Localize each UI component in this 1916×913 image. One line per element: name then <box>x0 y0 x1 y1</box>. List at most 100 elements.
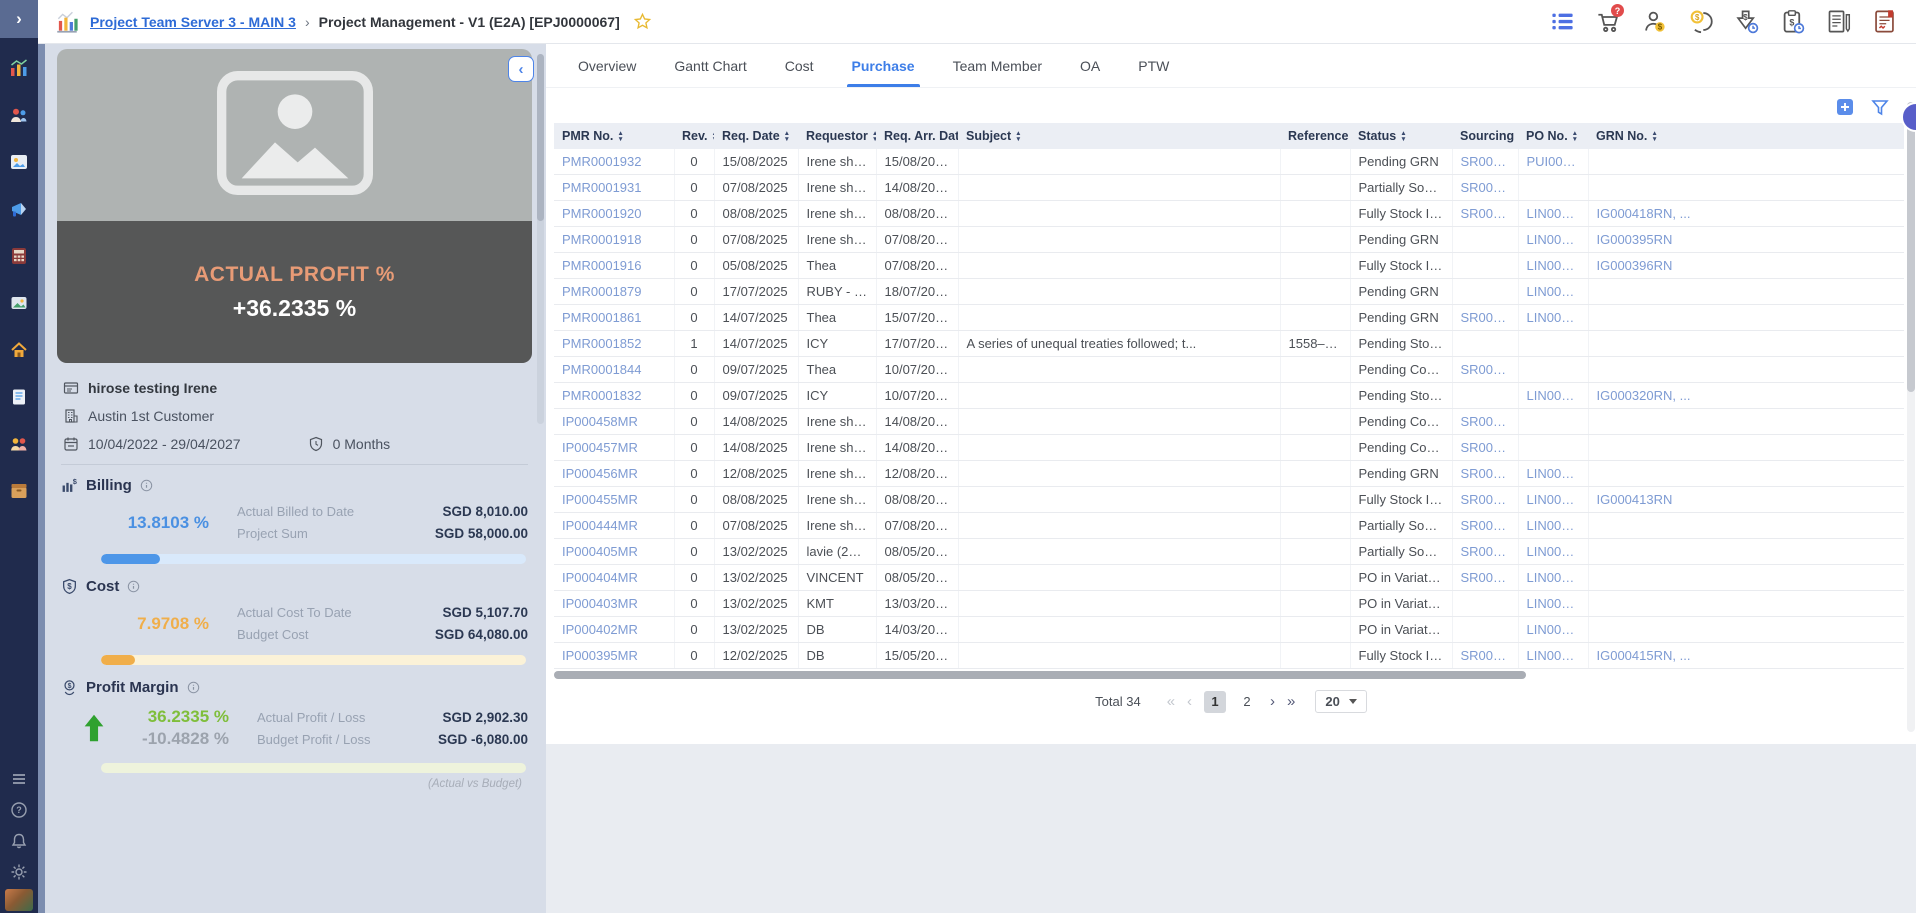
tab-overview[interactable]: Overview <box>578 44 636 87</box>
cell-pmr_no[interactable]: PMR0001844 <box>554 357 674 383</box>
cell-po_no[interactable]: LIN0000466 <box>1518 513 1588 539</box>
panel-collapse-button[interactable]: ‹ <box>508 56 534 82</box>
cell-po_no[interactable]: LIN0000404, ... <box>1518 305 1588 331</box>
tab-team-member[interactable]: Team Member <box>953 44 1042 87</box>
chart-app-icon[interactable] <box>9 58 29 78</box>
notifications-icon[interactable] <box>10 832 28 850</box>
breadcrumb-root-link[interactable]: Project Team Server 3 - MAIN 3 <box>90 14 296 30</box>
archive-app-icon[interactable] <box>9 481 29 501</box>
column-header-po_no[interactable]: PO No.▲▼ <box>1518 123 1588 149</box>
cell-po_no[interactable]: LIN0000492, ... <box>1518 461 1588 487</box>
menu-icon[interactable] <box>10 770 28 788</box>
cell-sourcing_no[interactable]: SR000447PU <box>1452 435 1518 461</box>
page-size-select[interactable]: 20 <box>1315 690 1366 713</box>
sort-icon[interactable]: ▲▼ <box>872 131 876 142</box>
cell-grn_no[interactable]: IG000396RN <box>1588 253 1904 279</box>
settings-icon[interactable] <box>10 863 28 881</box>
column-header-reference_no[interactable]: Reference No.▲▼ <box>1280 123 1350 149</box>
tab-oa[interactable]: OA <box>1080 44 1100 87</box>
column-header-grn_no[interactable]: GRN No.▲▼ <box>1588 123 1904 149</box>
cell-po_no[interactable]: LIN0000402 <box>1518 279 1588 305</box>
clipboard-dollar-icon[interactable]: $ <box>1779 8 1806 35</box>
column-header-rev[interactable]: Rev.▲▼ <box>674 123 714 149</box>
column-header-pmr_no[interactable]: PMR No.▲▼ <box>554 123 674 149</box>
cell-pmr_no[interactable]: PMR0001852 <box>554 331 674 357</box>
cell-sourcing_no[interactable]: SR000450PU <box>1452 149 1518 175</box>
sort-icon[interactable]: ▲▼ <box>1400 131 1406 142</box>
cell-pmr_no[interactable]: IP000405MR <box>554 539 674 565</box>
invoice-icon[interactable] <box>1825 8 1852 35</box>
page-button-1[interactable]: 1 <box>1204 691 1226 713</box>
user-avatar[interactable] <box>5 889 33 911</box>
tab-purchase[interactable]: Purchase <box>852 44 915 87</box>
cell-sourcing_no[interactable]: SR000432PU,... <box>1452 539 1518 565</box>
cell-sourcing_no[interactable]: SR000445PU,... <box>1452 201 1518 227</box>
favorite-star-icon[interactable] <box>629 12 652 31</box>
cell-po_no[interactable]: LIN0000469 <box>1518 253 1588 279</box>
sort-icon[interactable]: ▲▼ <box>711 131 714 142</box>
panel-scrollbar[interactable] <box>537 54 544 424</box>
cell-sourcing_no[interactable]: SR000441PU,... <box>1452 513 1518 539</box>
column-header-requestor[interactable]: Requestor▲▼ <box>798 123 876 149</box>
sort-icon[interactable]: ▲▼ <box>1651 131 1657 142</box>
cell-pmr_no[interactable]: IP000395MR <box>554 643 674 669</box>
contract-icon[interactable] <box>1871 8 1898 35</box>
cell-sourcing_no[interactable]: SR000444PU <box>1452 487 1518 513</box>
import-dollar-icon[interactable]: $ <box>1733 8 1760 35</box>
cell-sourcing_no[interactable]: SR000433PU <box>1452 565 1518 591</box>
cell-sourcing_no[interactable]: SR000420PU,... <box>1452 305 1518 331</box>
user-dollar-icon[interactable]: $ <box>1641 8 1668 35</box>
cell-po_no[interactable]: LIN0000471 <box>1518 643 1588 669</box>
cart-icon[interactable]: ? <box>1595 8 1622 35</box>
cell-pmr_no[interactable]: IP000444MR <box>554 513 674 539</box>
sort-icon[interactable]: ▲▼ <box>784 131 790 142</box>
prev-page-button[interactable]: ‹ <box>1187 693 1192 710</box>
calculator-app-icon[interactable] <box>9 246 29 266</box>
column-header-subject[interactable]: Subject▲▼ <box>958 123 1280 149</box>
sort-icon[interactable]: ▲▼ <box>1015 131 1021 142</box>
column-header-sourcing_no[interactable]: Sourcing No.▲▼ <box>1452 123 1518 149</box>
cell-pmr_no[interactable]: PMR0001861 <box>554 305 674 331</box>
cell-pmr_no[interactable]: PMR0001920 <box>554 201 674 227</box>
filter-icon[interactable] <box>1870 97 1890 117</box>
next-page-button[interactable]: › <box>1270 693 1275 710</box>
home-app-icon[interactable] <box>9 340 29 360</box>
cell-po_no[interactable]: LIN0000486 <box>1518 487 1588 513</box>
sidebar-expand-button[interactable]: › <box>0 0 38 38</box>
megaphone-app-icon[interactable] <box>9 199 29 219</box>
cell-pmr_no[interactable]: PMR0001832 <box>554 383 674 409</box>
cell-sourcing_no[interactable]: SR000442PU <box>1452 643 1518 669</box>
cell-pmr_no[interactable]: IP000403MR <box>554 591 674 617</box>
tab-cost[interactable]: Cost <box>785 44 814 87</box>
cell-po_no[interactable]: LIN0000405 <box>1518 383 1588 409</box>
profit-info-icon[interactable] <box>187 681 200 694</box>
cell-po_no[interactable]: LIN0000427, ... <box>1518 565 1588 591</box>
cell-po_no[interactable]: LIN0000429 <box>1518 591 1588 617</box>
cell-po_no[interactable]: LIN0000487, ... <box>1518 201 1588 227</box>
cell-po_no[interactable]: LIN0000468 <box>1518 227 1588 253</box>
menu-list-icon[interactable] <box>1549 8 1576 35</box>
first-page-button[interactable]: « <box>1167 693 1175 710</box>
cell-pmr_no[interactable]: PMR0001916 <box>554 253 674 279</box>
billing-info-icon[interactable] <box>140 479 153 492</box>
sort-icon[interactable]: ▲▼ <box>1572 131 1578 142</box>
cell-pmr_no[interactable]: PMR0001879 <box>554 279 674 305</box>
column-header-req_arr_date[interactable]: Req. Arr. Date▲▼ <box>876 123 958 149</box>
column-header-status[interactable]: Status▲▼ <box>1350 123 1452 149</box>
cell-grn_no[interactable]: IG000395RN <box>1588 227 1904 253</box>
help-icon[interactable]: ? <box>10 801 28 819</box>
cost-info-icon[interactable] <box>127 580 140 593</box>
add-icon[interactable] <box>1835 97 1855 117</box>
vertical-scrollbar[interactable] <box>1907 102 1915 732</box>
cell-pmr_no[interactable]: IP000457MR <box>554 435 674 461</box>
cell-pmr_no[interactable]: IP000458MR <box>554 409 674 435</box>
tab-gantt-chart[interactable]: Gantt Chart <box>674 44 746 87</box>
coin-user-icon[interactable]: $ <box>1687 8 1714 35</box>
cell-sourcing_no[interactable]: SR000448PU <box>1452 175 1518 201</box>
cell-sourcing_no[interactable]: SR000430PU <box>1452 357 1518 383</box>
horizontal-scrollbar[interactable] <box>554 671 1904 680</box>
cell-pmr_no[interactable]: IP000455MR <box>554 487 674 513</box>
cell-po_no[interactable]: LIN0000426 <box>1518 539 1588 565</box>
team-app-icon[interactable] <box>9 105 29 125</box>
cell-po_no[interactable]: PUI0000037 <box>1518 149 1588 175</box>
